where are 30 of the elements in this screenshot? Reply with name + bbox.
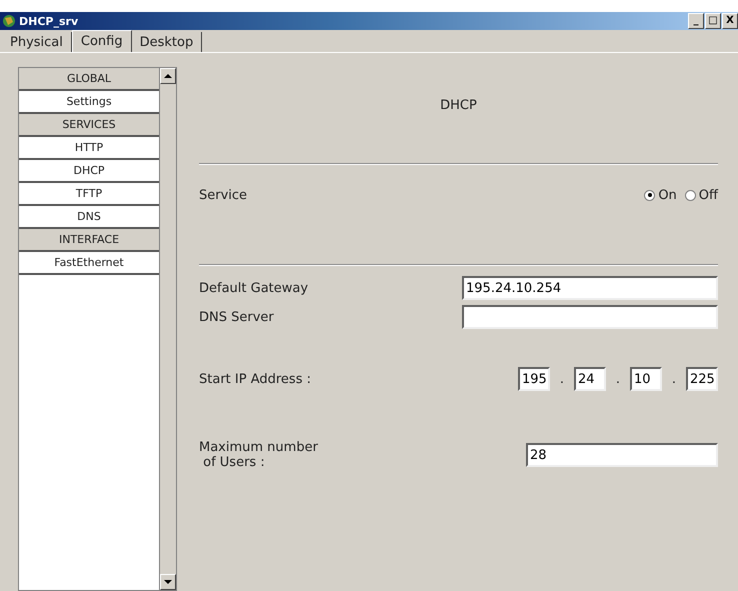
separator-dot: . [670,372,678,386]
field-label: Default Gateway [199,280,308,296]
separator-dot: . [614,372,622,386]
radio-option[interactable]: Off [684,188,718,202]
window-control-button[interactable]: _ [688,13,704,29]
octet-field[interactable]: 225 [686,367,718,391]
input-field[interactable]: 28 [526,443,718,467]
window-title: DHCP_srv [19,14,80,28]
field-label: DNS Server [199,310,274,324]
input-field[interactable] [462,305,718,329]
radio-option[interactable]: On [644,188,677,202]
window-control-button[interactable]: X [722,13,738,29]
tab[interactable]: Config [72,30,132,52]
scrollbar[interactable] [159,68,176,590]
section-heading: DHCP [439,98,478,115]
octet-field[interactable]: 195 [518,367,550,391]
sidebar-header: INTERFACE [19,229,159,252]
scroll-up-icon[interactable] [160,68,176,84]
octet-field[interactable]: 24 [574,367,606,391]
input-field[interactable]: 195.24.10.254 [462,276,718,300]
field-label: Service [199,188,248,202]
octet-field[interactable]: 10 [630,367,662,391]
separator-dot: . [558,372,566,386]
field-label: Maximum number of Users : [199,440,318,470]
field-label: Start IP Address : [199,372,311,386]
sidebar-header: SERVICES [19,114,159,137]
scroll-down-icon[interactable] [160,574,176,590]
app-icon [2,14,16,28]
sidebar-header: GLOBAL [19,68,159,91]
window-control-button[interactable]: □ [705,13,721,29]
